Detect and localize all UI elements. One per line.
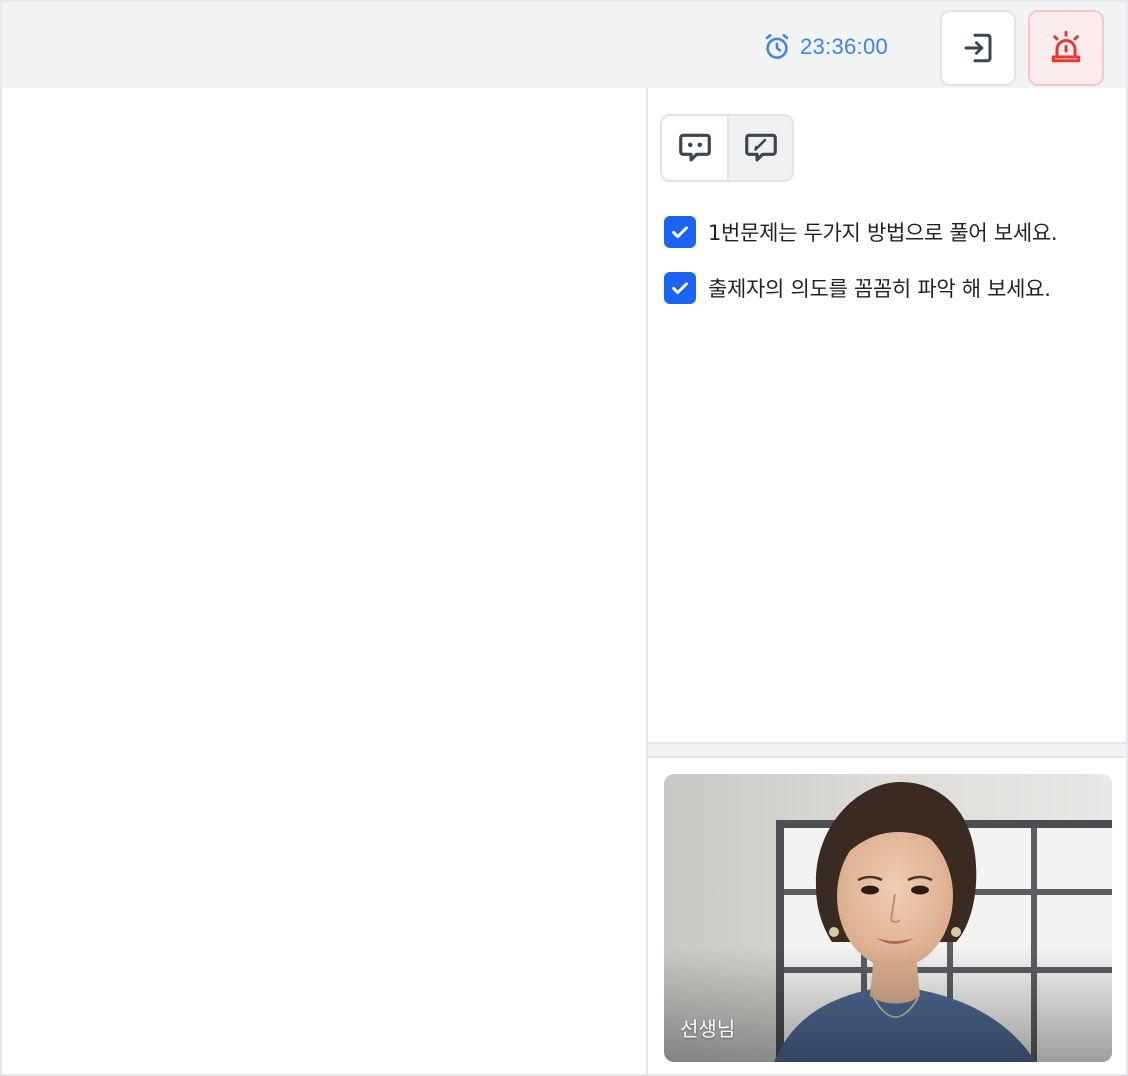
task-item: 1번문제는 두가지 방법으로 풀어 보세요. (664, 216, 1058, 248)
edit-bubble-icon (744, 133, 777, 162)
panel-mode-toggle (660, 114, 794, 182)
task-item: 출제자의 의도를 꼼꼼히 파악 해 보세요. (664, 272, 1051, 304)
alarm-clock-icon (765, 34, 789, 59)
workspace-canvas[interactable] (2, 88, 646, 1074)
siren-icon (1051, 30, 1081, 63)
checkmark-icon (672, 226, 688, 239)
task-panel: 1번문제는 두가지 방법으로 풀어 보세요. 출제자의 의도를 꼼꼼히 파악 해… (648, 90, 1126, 742)
emergency-alarm-button[interactable] (1028, 10, 1104, 86)
video-participant-label: 선생님 (680, 1017, 736, 1041)
chat-mode-button[interactable] (662, 116, 727, 180)
exit-icon (964, 33, 992, 63)
checkmark-icon (672, 282, 688, 295)
task-checkbox[interactable] (664, 216, 696, 248)
horizontal-divider (648, 742, 1126, 758)
teacher-video-tile[interactable]: 선생님 (664, 774, 1112, 1062)
exit-button[interactable] (940, 10, 1016, 86)
task-checkbox[interactable] (664, 272, 696, 304)
chat-bubble-icon (678, 133, 711, 162)
memo-mode-button[interactable] (727, 116, 792, 180)
timer-value: 23:36:00 (800, 34, 889, 59)
task-text: 1번문제는 두가지 방법으로 풀어 보세요. (708, 221, 1058, 245)
session-timer: 23:36:00 (762, 31, 888, 63)
task-text: 출제자의 의도를 꼼꼼히 파악 해 보세요. (708, 277, 1051, 301)
